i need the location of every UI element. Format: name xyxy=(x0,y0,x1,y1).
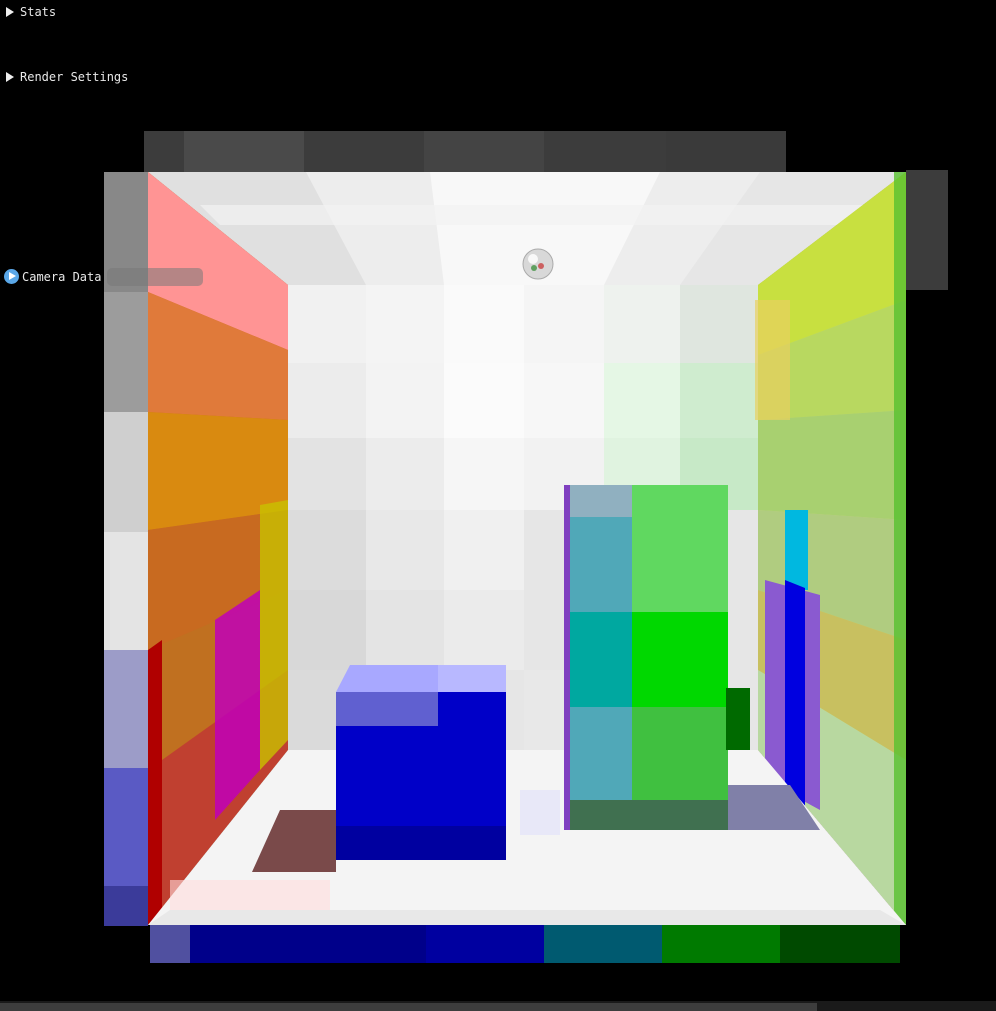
expand-triangle-icon xyxy=(6,7,14,17)
camera-data-label: Camera Data xyxy=(22,270,102,284)
scrollbar-thumb[interactable] xyxy=(0,1003,817,1011)
render-settings-panel-toggle[interactable]: Render Settings xyxy=(6,69,128,85)
render-settings-label: Render Settings xyxy=(20,70,129,84)
blue-cube[interactable] xyxy=(336,665,506,860)
camera-data-bar xyxy=(107,268,203,286)
bottom-front-edge xyxy=(150,925,900,963)
tall-cuboid[interactable] xyxy=(564,485,750,830)
stats-label: Stats xyxy=(20,5,57,19)
expand-triangle-icon xyxy=(6,72,14,82)
light-probe-sphere-icon[interactable] xyxy=(522,248,554,280)
camera-data-panel-toggle[interactable]: Camera Data xyxy=(3,267,203,286)
play-circle-icon[interactable] xyxy=(4,269,19,284)
stats-panel-toggle[interactable]: Stats xyxy=(6,4,56,20)
voxel-scene-viewport[interactable] xyxy=(0,0,996,1011)
horizontal-scrollbar[interactable] xyxy=(0,1001,996,1011)
